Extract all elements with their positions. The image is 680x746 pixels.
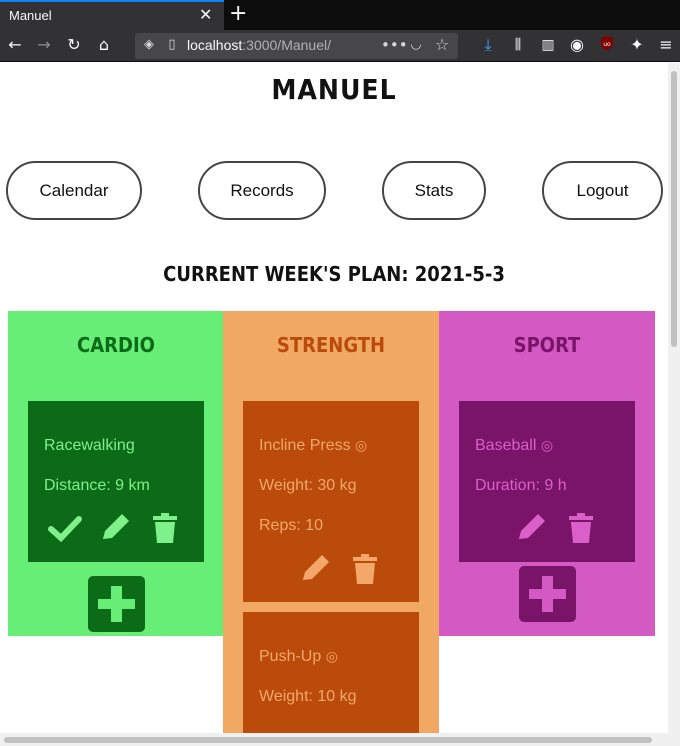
- library-icon[interactable]: ⫼: [508, 35, 528, 55]
- stats-button[interactable]: Stats: [382, 161, 486, 220]
- exercise-card: Baseball ◎ Duration: 9 h: [459, 401, 635, 562]
- reload-icon[interactable]: ↻: [64, 35, 84, 55]
- ublock-icon[interactable]: uo: [597, 35, 617, 55]
- extension-icon[interactable]: ✦: [627, 35, 647, 55]
- browser-navbar: ← → ↻ ⌂ ◈ ▯ localhost:3000/Manuel/ ••• ◡…: [0, 30, 680, 62]
- exercise-name-text: Baseball: [475, 437, 537, 454]
- horizontal-scrollbar[interactable]: [0, 733, 680, 746]
- exercise-name-text: Push-Up: [259, 648, 322, 665]
- plus-icon: [98, 586, 135, 622]
- address-bar[interactable]: ◈ ▯ localhost:3000/Manuel/ ••• ◡ ☆: [135, 33, 458, 59]
- url-path: :3000/Manuel/: [242, 37, 331, 53]
- exercise-card: Racewalking Distance: 9 km: [28, 401, 204, 562]
- page: MANUEL Calendar Records Stats Logout CUR…: [0, 63, 668, 733]
- browser-tab[interactable]: Manuel ✕: [0, 0, 224, 30]
- logout-button[interactable]: Logout: [542, 161, 663, 220]
- vertical-scrollbar[interactable]: [668, 63, 680, 733]
- cardio-heading: CARDIO: [77, 333, 155, 357]
- new-tab-icon[interactable]: +: [229, 1, 247, 27]
- star-icon[interactable]: ☆: [433, 36, 451, 54]
- check-icon[interactable]: [48, 511, 82, 545]
- week-plan-heading: CURRENT WEEK'S PLAN: 2021-5-3: [163, 262, 505, 286]
- more-icon[interactable]: •••: [381, 36, 408, 54]
- exercise-name: Racewalking: [44, 437, 135, 454]
- url-host: localhost: [187, 37, 243, 53]
- completed-icon: ◎: [325, 648, 338, 664]
- exercise-name: Baseball ◎: [475, 437, 553, 455]
- shield-icon[interactable]: ◈: [140, 36, 158, 54]
- cardio-column: CARDIO Racewalking Distance: 9 km: [8, 311, 224, 636]
- scrollbar-thumb[interactable]: [4, 737, 652, 743]
- delete-icon[interactable]: [348, 552, 382, 586]
- account-icon[interactable]: ◉: [567, 35, 587, 55]
- delete-icon[interactable]: [564, 511, 598, 545]
- menu-icon[interactable]: ≡: [656, 35, 676, 55]
- sport-heading: SPORT: [513, 333, 581, 357]
- page-title: MANUEL: [271, 73, 397, 106]
- back-icon[interactable]: ←: [5, 35, 25, 55]
- sport-column: SPORT Baseball ◎ Duration: 9 h: [439, 311, 655, 636]
- strength-column: STRENGTH Incline Press ◎ Weight: 30 kg R…: [223, 311, 439, 733]
- plus-icon: [529, 576, 566, 612]
- svg-text:uo: uo: [603, 41, 611, 48]
- delete-icon[interactable]: [148, 511, 182, 545]
- edit-icon[interactable]: [298, 552, 332, 586]
- exercise-card: Push-Up ◎ Weight: 10 kg: [243, 612, 419, 733]
- scrollbar-thumb[interactable]: [671, 71, 677, 347]
- add-exercise-button[interactable]: [88, 576, 145, 632]
- exercise-name: Push-Up ◎: [259, 648, 338, 666]
- exercise-detail: Reps: 10: [259, 517, 324, 534]
- exercise-detail: Weight: 10 kg: [259, 688, 357, 705]
- sidebar-icon[interactable]: ▥: [538, 35, 558, 55]
- url-text: localhost:3000/Manuel/: [187, 37, 331, 53]
- completed-icon: ◎: [355, 437, 368, 453]
- exercise-name: Incline Press ◎: [259, 437, 367, 455]
- edit-icon[interactable]: [514, 511, 548, 545]
- exercise-detail: Weight: 30 kg: [259, 477, 357, 494]
- browser-tabbar: Manuel ✕ +: [0, 0, 680, 30]
- exercise-detail: Duration: 9 h: [475, 477, 567, 494]
- download-icon[interactable]: ⤓: [478, 35, 498, 55]
- edit-icon[interactable]: [98, 511, 132, 545]
- completed-icon: ◎: [540, 437, 554, 453]
- records-button[interactable]: Records: [198, 161, 326, 220]
- add-exercise-button[interactable]: [519, 566, 576, 622]
- forward-icon[interactable]: →: [34, 35, 54, 55]
- home-icon[interactable]: ⌂: [94, 35, 114, 55]
- exercise-card: Incline Press ◎ Weight: 30 kg Reps: 10: [243, 401, 419, 602]
- page-icon[interactable]: ▯: [163, 36, 181, 54]
- close-tab-icon[interactable]: ✕: [199, 5, 212, 24]
- pocket-icon[interactable]: ◡: [407, 36, 425, 54]
- calendar-button[interactable]: Calendar: [6, 161, 142, 220]
- strength-heading: STRENGTH: [276, 333, 386, 357]
- tab-title: Manuel: [9, 8, 52, 23]
- exercise-detail: Distance: 9 km: [44, 477, 150, 494]
- exercise-name-text: Incline Press: [259, 437, 351, 454]
